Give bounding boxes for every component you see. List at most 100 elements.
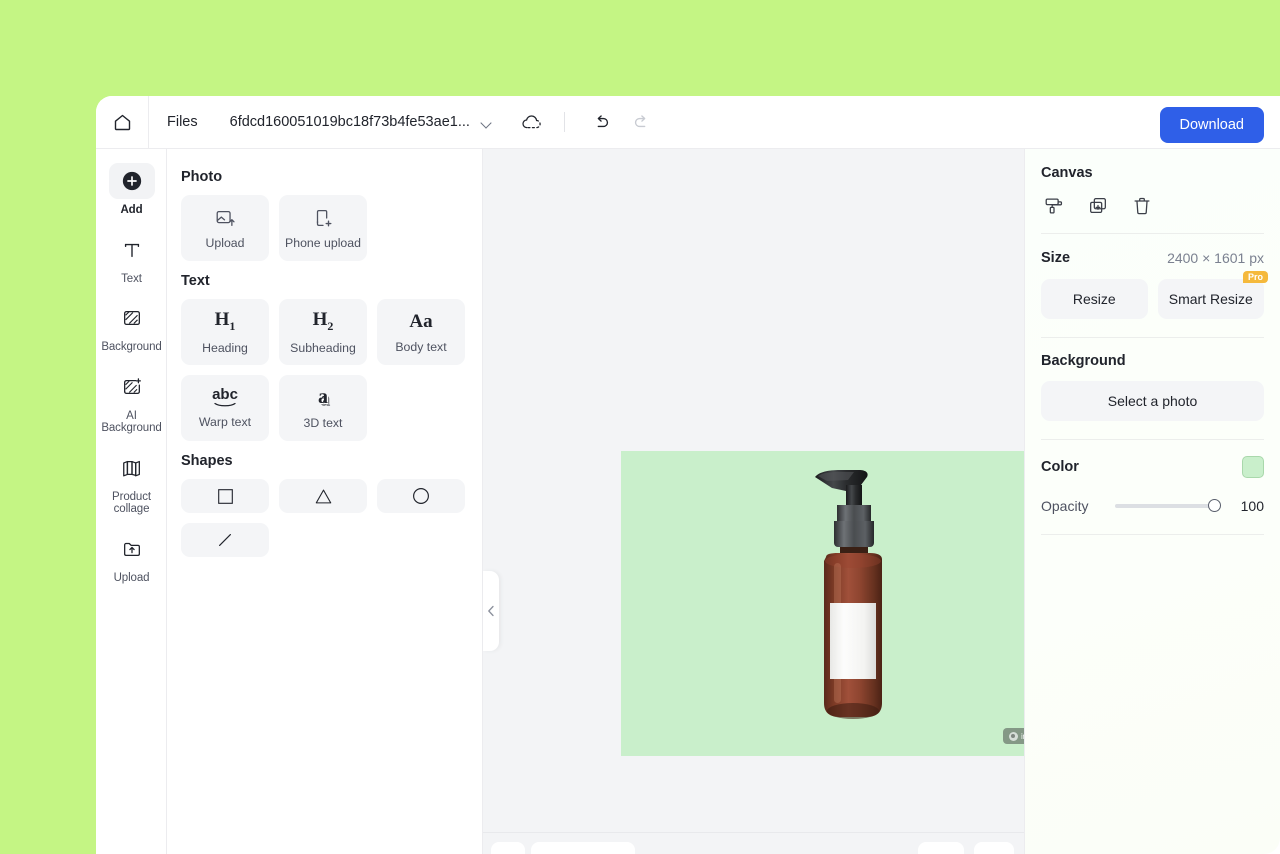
files-button[interactable]: Files (149, 96, 216, 149)
right-panel-divider-4 (1041, 534, 1264, 535)
undo-icon (598, 114, 609, 127)
header-divider-2 (563, 112, 565, 132)
sidebar-item-label: Add (120, 204, 143, 216)
download-button[interactable]: Download (1159, 107, 1264, 143)
circle-shape-tile[interactable] (377, 479, 465, 513)
pump-collar (834, 521, 874, 547)
circle-icon (413, 488, 429, 504)
size-value: 2400 × 1601 px (1167, 250, 1264, 266)
filename-dropdown[interactable]: 6fdcd160051019bc18f73b4fe53ae1... (216, 114, 493, 130)
subheading-tile[interactable]: H2 Subheading (279, 299, 367, 365)
pro-badge: Pro (1242, 271, 1268, 283)
bottom-toolbar-chip-zoom[interactable] (531, 842, 635, 854)
canvas-area[interactable]: insMind .com (483, 149, 1024, 854)
square-shape-tile[interactable] (181, 479, 269, 513)
bottom-toolbar-chip-right-2[interactable] (974, 842, 1014, 854)
left-rail: Add Text Background AI Background Produc… (96, 149, 167, 854)
three-d-text-icon: a (318, 386, 328, 408)
paint-roller-tool[interactable] (1043, 195, 1065, 217)
app-window: Files 6fdcd160051019bc18f73b4fe53ae1... (96, 96, 1280, 854)
bottle-label (830, 603, 876, 679)
files-label: Files (167, 114, 198, 130)
tile-label: Heading (202, 340, 248, 355)
chevron-down-icon (482, 119, 493, 126)
panel-section-title-text: Text (181, 273, 210, 289)
upload-tile[interactable]: Upload (181, 195, 269, 261)
tile-label: Phone upload (285, 235, 361, 250)
bottle-shoulder (825, 554, 881, 568)
tile-label: 3D text (303, 416, 343, 430)
warp-curve-icon (214, 402, 236, 407)
right-panel-title: Canvas (1041, 165, 1093, 181)
three-d-text-tile[interactable]: a 3D text (279, 375, 367, 441)
select-a-photo-button[interactable]: Select a photo (1041, 381, 1264, 421)
undo-button[interactable] (587, 107, 617, 137)
sidebar-item-background[interactable]: Background (96, 294, 167, 363)
bottle-base-shadow (827, 703, 879, 719)
sidebar-item-text[interactable]: Text (96, 226, 167, 295)
warp-text-tile[interactable]: abc Warp text (181, 375, 269, 441)
panel-section-title-photo: Photo (181, 169, 223, 185)
sidebar-item-label: Upload (113, 571, 150, 584)
resize-button[interactable]: Resize (1041, 279, 1148, 319)
duplicate-tool[interactable] (1087, 195, 1109, 217)
home-button[interactable] (96, 96, 148, 149)
redo-button[interactable] (627, 107, 657, 137)
insmind-logo-icon (1008, 731, 1018, 741)
opacity-row: Opacity 100 (1041, 498, 1264, 514)
line-shape-tile[interactable] (181, 523, 269, 557)
delete-tool[interactable] (1131, 195, 1153, 217)
phone-upload-icon (316, 209, 332, 226)
text-t-icon (124, 243, 139, 257)
plus-circle-icon (122, 171, 141, 191)
size-label: Size (1041, 250, 1071, 266)
sidebar-item-product-collage[interactable]: Product collage (96, 444, 167, 525)
opacity-slider-thumb[interactable] (1207, 499, 1221, 512)
sidebar-item-upload[interactable]: Upload (96, 525, 167, 594)
cloud-sync-button[interactable] (521, 114, 542, 131)
home-icon (114, 114, 130, 130)
triangle-icon (315, 489, 331, 503)
opacity-slider[interactable] (1114, 499, 1221, 512)
product-image-amber-pump-bottle[interactable] (796, 461, 906, 726)
body-text-tile[interactable]: Aa Body text (377, 299, 465, 365)
color-swatch[interactable] (1242, 456, 1264, 478)
sidebar-item-add[interactable]: Add (96, 157, 167, 226)
sidebar-item-label: AI Background (101, 409, 162, 435)
right-panel: Canvas Size 2400 × 1601 px Resize Smart … (1024, 149, 1280, 854)
tile-label: Warp text (198, 415, 252, 429)
square-icon (217, 488, 233, 504)
hatch-square-icon (123, 310, 140, 326)
background-label: Background (1041, 353, 1126, 369)
bottom-toolbar-chip-left[interactable] (491, 842, 525, 854)
pump-collar-top (837, 505, 871, 523)
artboard[interactable]: insMind .com (621, 451, 1024, 756)
triangle-shape-tile[interactable] (279, 479, 367, 513)
collage-icon (122, 460, 140, 476)
sidebar-item-ai-background[interactable]: AI Background (96, 363, 167, 444)
warp-text-glyph: abc (212, 386, 238, 403)
redo-icon (635, 114, 646, 127)
bottom-toolbar (483, 832, 1024, 854)
tile-label: Upload (205, 235, 245, 250)
heading-h1-icon: H1 (214, 309, 236, 333)
phone-upload-tile[interactable]: Phone upload (279, 195, 367, 261)
folder-upload-icon (123, 542, 140, 556)
image-upload-icon (216, 210, 235, 226)
smart-resize-button[interactable]: Smart Resize (1157, 279, 1264, 319)
heading-h2-icon: H2 (312, 309, 334, 333)
sidebar-item-label: Background (101, 341, 162, 353)
duplicate-plus-icon (1090, 198, 1106, 214)
warp-text-icon: abc (212, 387, 238, 408)
size-row: Size 2400 × 1601 px (1041, 250, 1264, 266)
bottom-toolbar-chip-right-1[interactable] (918, 842, 964, 854)
opacity-label: Opacity (1041, 498, 1089, 514)
app-header: Files 6fdcd160051019bc18f73b4fe53ae1... (96, 96, 1280, 149)
heading-tile[interactable]: H1 Heading (181, 299, 269, 365)
text-tiles: H1 Heading H2 Subheading Aa Body text ab… (181, 299, 468, 441)
panel-collapse-handle[interactable] (483, 571, 499, 651)
trash-icon (1134, 197, 1150, 215)
filename-label: 6fdcd160051019bc18f73b4fe53ae1... (229, 114, 470, 130)
paint-roller-icon (1045, 198, 1063, 214)
hatch-sparkle-icon (123, 377, 141, 394)
